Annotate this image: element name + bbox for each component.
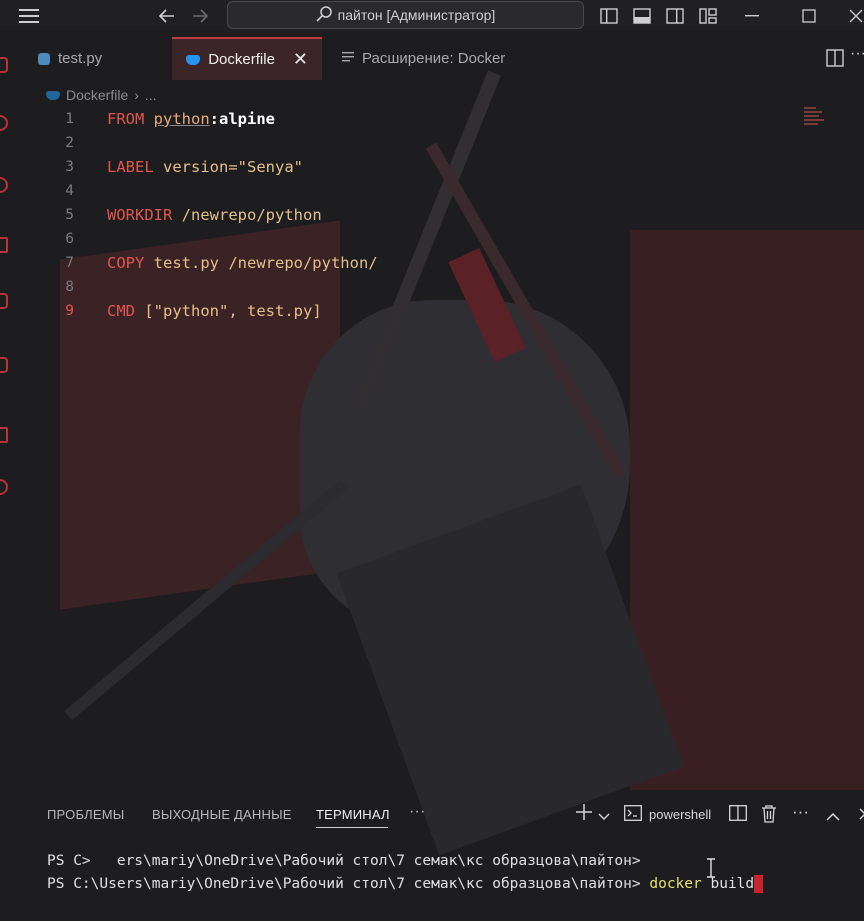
keyword: WORKDIR: [107, 206, 173, 224]
toggle-panel-icon[interactable]: [631, 0, 653, 31]
instruction-args: ["python", test.py]: [144, 302, 322, 320]
breadcrumb-more[interactable]: ...: [145, 87, 157, 103]
line-content: FROM python:alpine: [107, 110, 275, 128]
search-activity-icon[interactable]: [0, 115, 8, 131]
tab-docker-extension[interactable]: Расширение: Docker: [328, 37, 548, 80]
terminal-shell-icon: [624, 805, 642, 826]
line-number: 2: [65, 135, 74, 151]
keyword: LABEL: [107, 158, 154, 176]
tab-output[interactable]: ВЫХОДНЫЕ ДАННЫЕ: [152, 807, 292, 822]
line-content: WORKDIR /newrepo/python: [107, 206, 322, 224]
instruction-args: test.py /newrepo/python/: [153, 254, 378, 272]
back-arrow-icon[interactable]: [157, 0, 177, 31]
forward-arrow-icon[interactable]: [190, 0, 210, 31]
more-actions-icon[interactable]: ···: [850, 45, 864, 63]
instruction-args: version="Senya": [163, 158, 303, 176]
tab-terminal[interactable]: ТЕРМИНАЛ: [316, 807, 390, 822]
tab-label: Расширение: Docker: [362, 50, 506, 67]
line-content: CMD ["python", test.py]: [107, 302, 322, 320]
trash-icon[interactable]: [761, 805, 777, 828]
close-tab-icon[interactable]: ✕: [293, 49, 308, 70]
breadcrumb: Dockerfile › ...: [46, 86, 157, 104]
active-tab-indicator: [316, 827, 388, 828]
line-number: 8: [65, 279, 74, 295]
code-line: 3 LABEL version="Senya": [24, 155, 303, 179]
code-line: 5 WORKDIR /newrepo/python: [24, 203, 321, 227]
chevron-up-icon[interactable]: [826, 806, 840, 826]
keyword: COPY: [107, 254, 145, 272]
text-cursor-icon: [706, 858, 716, 883]
breadcrumb-file[interactable]: Dockerfile: [66, 87, 128, 103]
minimize-icon[interactable]: [740, 0, 764, 31]
line-number: 4: [65, 183, 74, 199]
menu-icon[interactable]: [18, 0, 40, 31]
code-editor[interactable]: 1 FROM python:alpine 2 3 LABEL version="…: [24, 107, 804, 347]
keyword: FROM: [107, 110, 145, 128]
activity-bar: [0, 31, 24, 921]
image-tag: :alpine: [209, 110, 275, 128]
code-line: 7 COPY test.py /newrepo/python/: [24, 251, 377, 275]
extension-preview-icon: [342, 50, 354, 67]
code-line: 8: [24, 275, 74, 299]
title-bar: пайтон [Администратор]: [0, 0, 864, 31]
tab-test-py[interactable]: test.py: [24, 37, 172, 80]
image-name: python: [153, 110, 210, 128]
terminal-shell-label[interactable]: powershell: [649, 807, 711, 822]
terminal-output[interactable]: PS C> ers\mariy\OneDrive\Рабочий стол\7 …: [47, 853, 857, 897]
line-number: 9: [65, 303, 74, 319]
toggle-sidebar-icon[interactable]: [598, 0, 620, 31]
line-number: 1: [65, 111, 74, 127]
explorer-icon[interactable]: [0, 57, 8, 73]
tab-dockerfile[interactable]: Dockerfile ✕: [172, 37, 322, 80]
minimap[interactable]: [804, 107, 828, 127]
code-line: 9 CMD ["python", test.py]: [24, 299, 321, 323]
code-line: 6: [24, 227, 74, 251]
customize-layout-icon[interactable]: [697, 0, 719, 31]
split-editor-icon[interactable]: [826, 49, 844, 72]
extensions-icon[interactable]: [0, 293, 8, 309]
terminal-command: docker: [649, 876, 702, 892]
terminal-line: PS C:\Users\mariy\OneDrive\Рабочий стол\…: [47, 875, 857, 897]
docker-file-icon: [186, 54, 201, 65]
more-actions-icon[interactable]: ···: [792, 802, 809, 822]
line-number: 5: [65, 207, 74, 223]
search-text: пайтон [Администратор]: [337, 7, 496, 23]
terminal-line: PS C> ers\mariy\OneDrive\Рабочий стол\7 …: [47, 853, 641, 869]
run-debug-icon[interactable]: [0, 237, 8, 253]
instruction-args: /newrepo/python: [181, 206, 322, 224]
keyword: CMD: [107, 302, 135, 320]
split-terminal-icon[interactable]: [729, 805, 747, 826]
line-number: 6: [65, 231, 74, 247]
command-center-search[interactable]: пайтон [Администратор]: [227, 1, 584, 29]
line-content: LABEL version="Senya": [107, 158, 303, 176]
toggle-secondary-sidebar-icon[interactable]: [664, 0, 686, 31]
python-file-icon: [38, 52, 50, 65]
remote-explorer-icon[interactable]: [0, 479, 8, 495]
search-icon: [316, 5, 332, 25]
docker-activity-icon[interactable]: [0, 357, 8, 373]
line-content: COPY test.py /newrepo/python/: [107, 254, 378, 272]
code-line: 4: [24, 179, 74, 203]
code-line: 1 FROM python:alpine: [24, 107, 275, 131]
new-terminal-icon[interactable]: [575, 803, 593, 826]
chevron-down-icon[interactable]: [598, 806, 610, 826]
docker-file-icon: [46, 90, 60, 100]
panel-header: ПРОБЛЕМЫ ВЫХОДНЫЕ ДАННЫЕ ТЕРМИНАЛ ··· po…: [24, 797, 864, 833]
breadcrumb-separator: ›: [134, 87, 139, 103]
tab-label: Dockerfile: [208, 51, 275, 68]
maximize-icon[interactable]: [797, 0, 821, 31]
line-number: 3: [65, 159, 74, 175]
close-panel-icon[interactable]: [859, 805, 864, 825]
tab-label: test.py: [58, 50, 103, 67]
code-line: 2: [24, 131, 74, 155]
terminal-cursor: [754, 875, 764, 893]
terminal-prompt: PS C:\Users\mariy\OneDrive\Рабочий стол\…: [47, 876, 650, 892]
editor-tabs: test.py Dockerfile ✕ Расширение: Docker …: [24, 37, 864, 80]
panel-more-icon[interactable]: ···: [409, 803, 426, 821]
line-number: 7: [65, 255, 74, 271]
tab-problems[interactable]: ПРОБЛЕМЫ: [47, 807, 125, 822]
source-control-icon[interactable]: [0, 177, 8, 193]
testing-icon[interactable]: [0, 427, 8, 443]
close-window-icon[interactable]: [848, 0, 864, 31]
